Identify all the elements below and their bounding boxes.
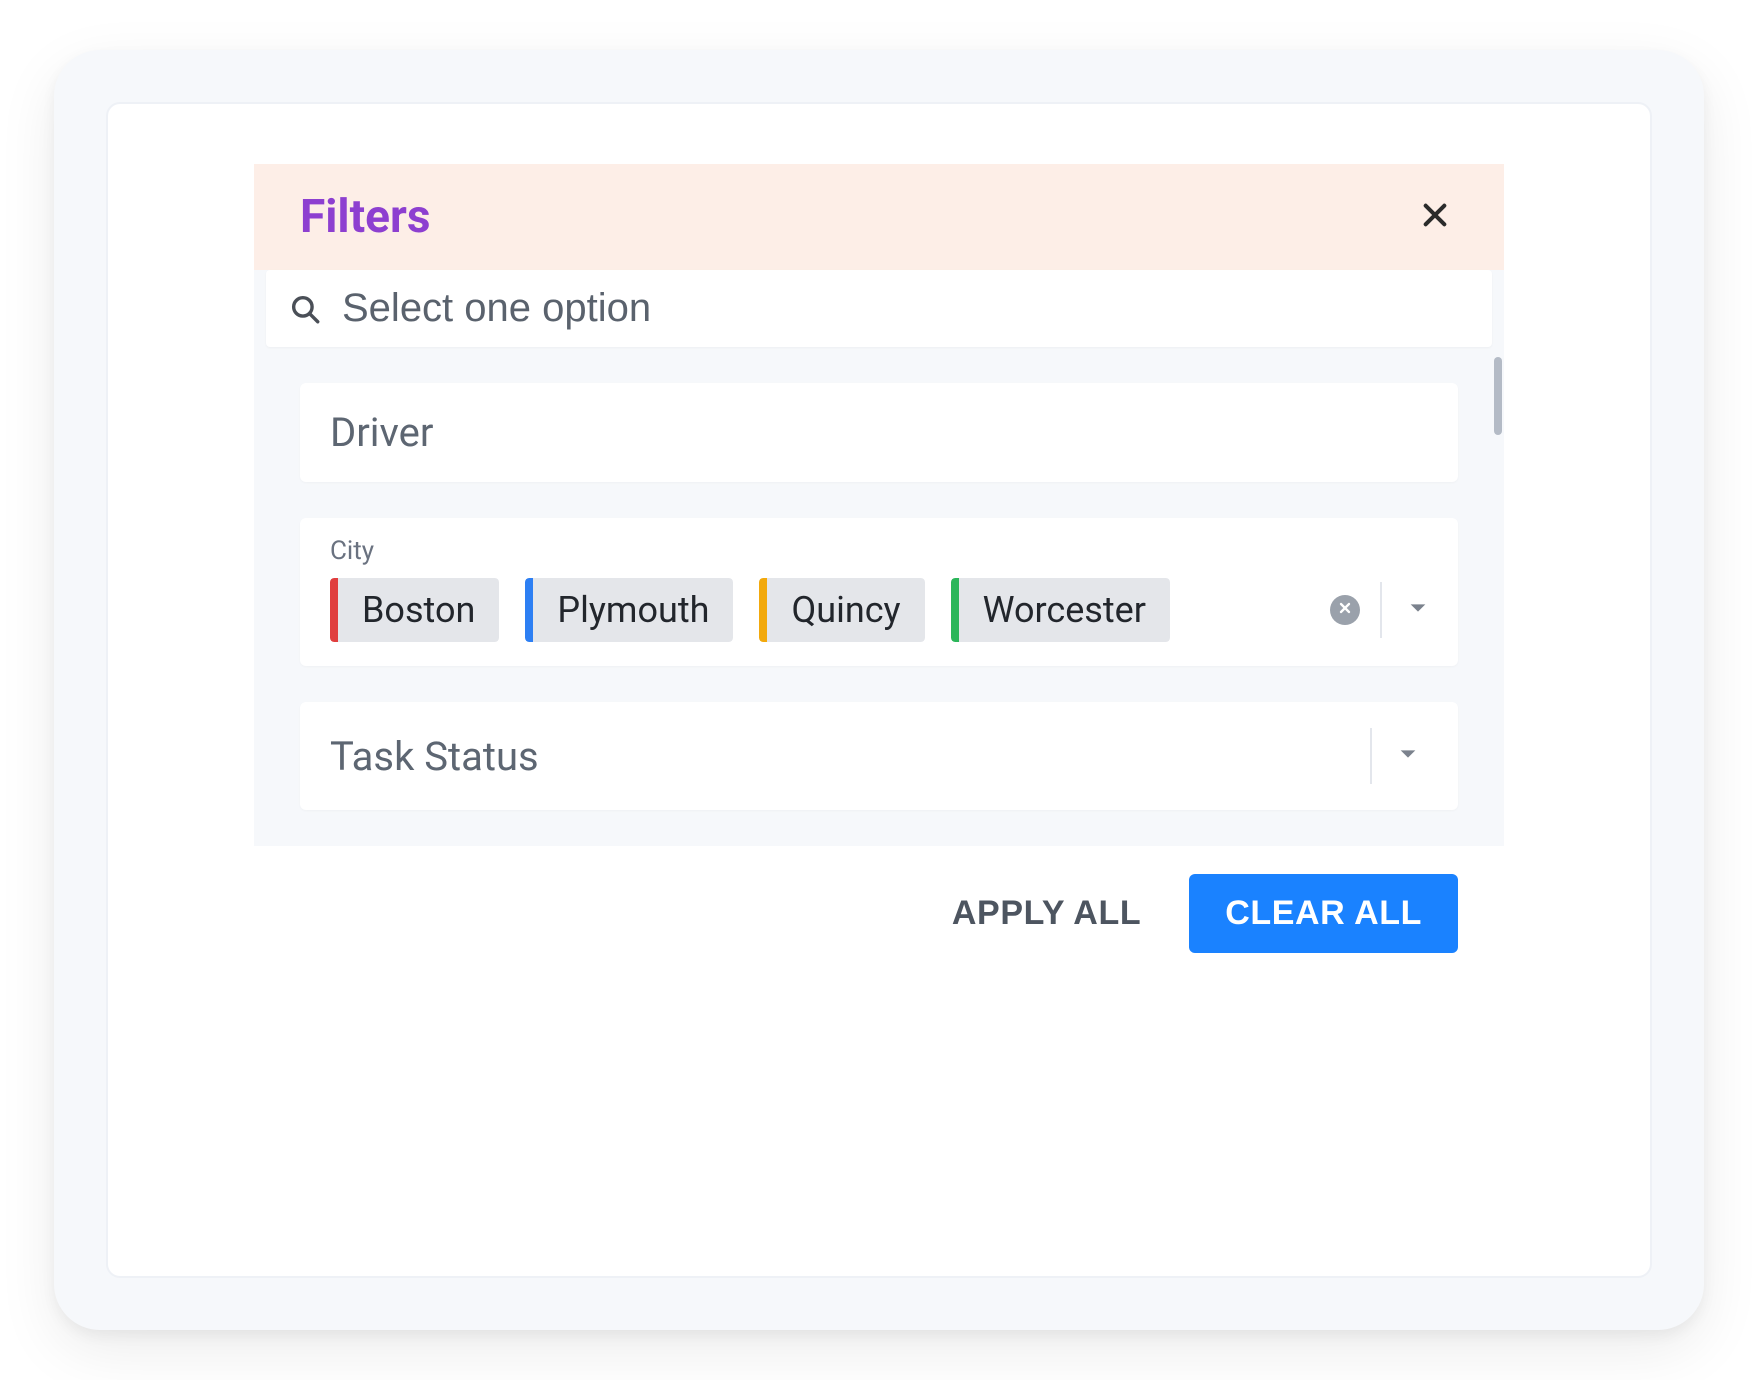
city-chip-list: Boston Plymouth Quincy: [330, 578, 1330, 642]
clear-all-button[interactable]: CLEAR ALL: [1189, 874, 1458, 953]
scrollbar-thumb[interactable]: [1494, 357, 1502, 435]
chip-color-bar: [330, 578, 338, 642]
screen: Filters: [106, 102, 1652, 1278]
field-actions: [1370, 728, 1428, 784]
field-actions: [1330, 582, 1438, 638]
panel-footer: APPLY ALL CLEAR ALL: [254, 846, 1504, 987]
city-chip[interactable]: Quincy: [759, 578, 924, 642]
filter-list: Driver City Boston: [254, 347, 1504, 810]
chip-color-bar: [951, 578, 959, 642]
city-chip[interactable]: Worcester: [951, 578, 1170, 642]
panel-title: Filters: [300, 190, 430, 244]
expand-field-button[interactable]: [1398, 590, 1438, 630]
chip-label: Quincy: [767, 578, 924, 642]
city-chip[interactable]: Plymouth: [525, 578, 733, 642]
chevron-down-icon: [1407, 597, 1429, 623]
divider: [1380, 582, 1382, 638]
filter-field-city[interactable]: City Boston Plymouth: [300, 518, 1458, 666]
field-label: City: [330, 536, 1438, 566]
apply-all-button[interactable]: APPLY ALL: [952, 894, 1141, 933]
filters-panel: Filters: [254, 164, 1504, 987]
filter-field-driver[interactable]: Driver: [300, 383, 1458, 482]
close-icon: [1419, 199, 1451, 235]
clear-field-button[interactable]: [1330, 595, 1360, 625]
chip-color-bar: [525, 578, 533, 642]
chevron-down-icon: [1397, 743, 1419, 769]
tablet-shell: Filters: [54, 50, 1704, 1330]
device-frame: Filters: [0, 0, 1758, 1380]
close-icon: [1337, 600, 1353, 620]
city-chip[interactable]: Boston: [330, 578, 499, 642]
chip-label: Boston: [338, 578, 499, 642]
filter-field-task-status[interactable]: Task Status: [300, 702, 1458, 810]
divider: [1370, 728, 1372, 784]
field-label: Driver: [330, 409, 1428, 456]
field-label: Task Status: [330, 733, 539, 780]
chip-label: Plymouth: [533, 578, 733, 642]
search-icon: [288, 292, 322, 326]
panel-header: Filters: [254, 164, 1504, 270]
search-input[interactable]: [342, 286, 1470, 331]
city-row: Boston Plymouth Quincy: [330, 578, 1438, 642]
search-bar[interactable]: [266, 270, 1492, 347]
expand-field-button[interactable]: [1388, 736, 1428, 776]
chip-color-bar: [759, 578, 767, 642]
chip-label: Worcester: [959, 578, 1170, 642]
close-button[interactable]: [1412, 194, 1458, 240]
